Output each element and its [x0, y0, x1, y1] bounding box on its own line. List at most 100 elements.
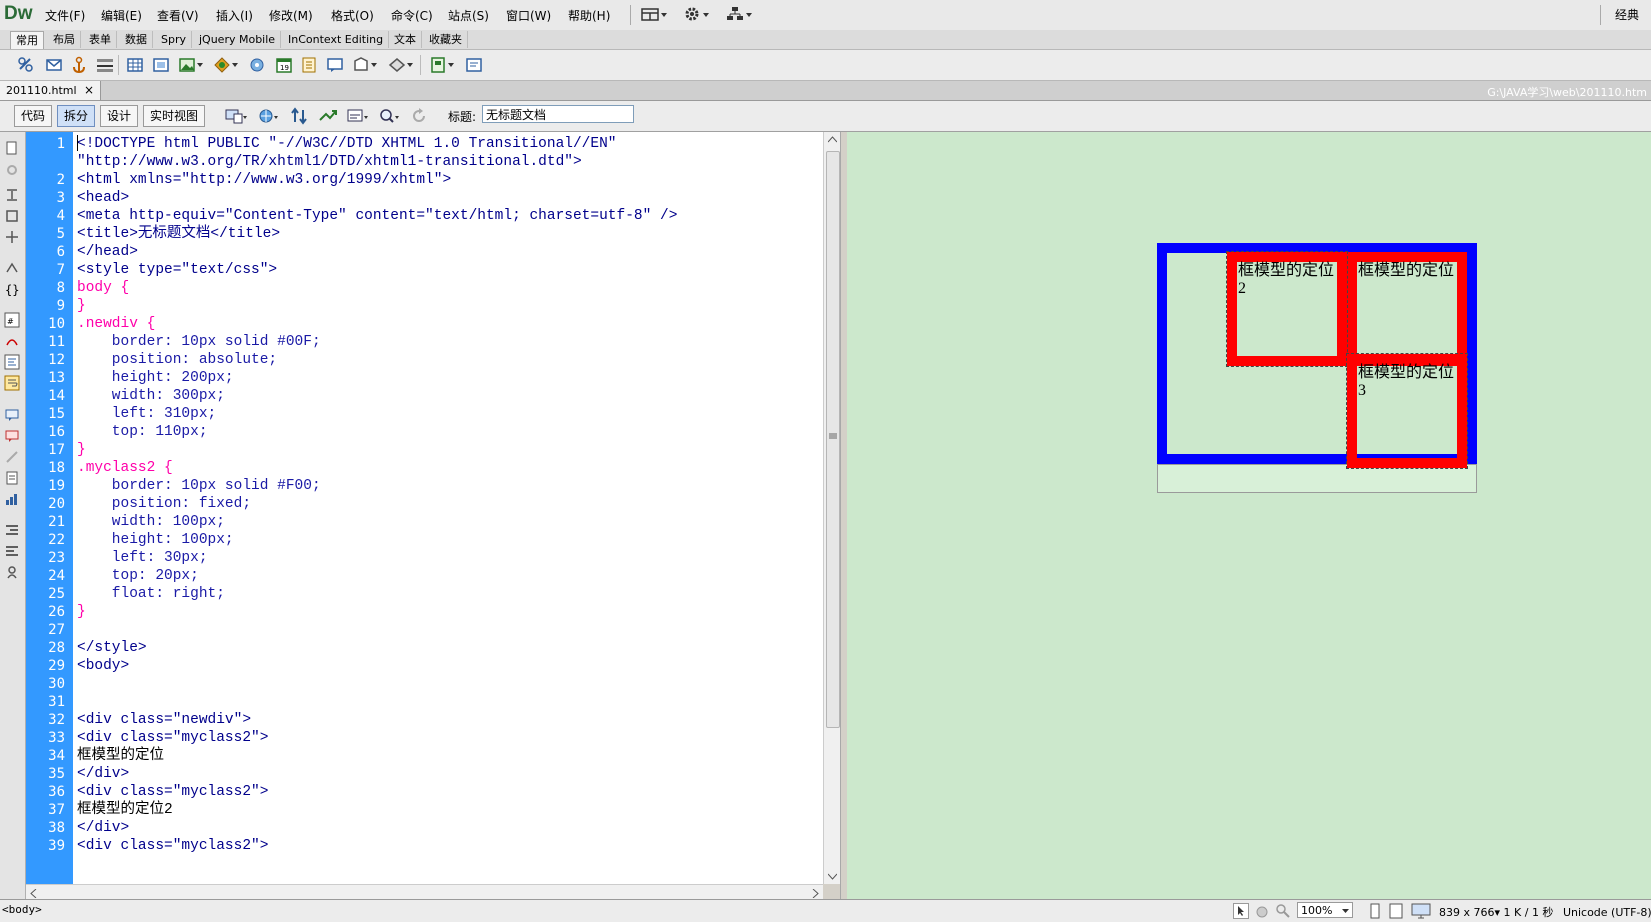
- close-icon[interactable]: ×: [84, 81, 94, 100]
- scroll-left-icon[interactable]: [30, 889, 37, 898]
- code-view-button[interactable]: 代码: [14, 105, 53, 127]
- menu-help[interactable]: 帮助(H): [568, 7, 610, 24]
- named-anchor-icon[interactable]: [70, 56, 88, 74]
- tab-forms[interactable]: 表单: [84, 31, 117, 48]
- site-dropdown[interactable]: [726, 5, 754, 23]
- server-include-icon[interactable]: [300, 56, 318, 74]
- menu-file[interactable]: 文件(F): [45, 7, 85, 24]
- code-line[interactable]: left: 310px;: [77, 405, 216, 424]
- code-line[interactable]: 框模型的定位: [77, 747, 164, 766]
- layout-dropdown[interactable]: [640, 5, 668, 23]
- tab-common[interactable]: 常用: [10, 31, 44, 49]
- extend-dropdown[interactable]: [683, 5, 711, 23]
- tab-jquery-mobile[interactable]: jQuery Mobile: [194, 31, 282, 48]
- hand-tool-icon[interactable]: [1254, 903, 1270, 919]
- split-view-button[interactable]: 拆分: [57, 105, 96, 127]
- workspace-switcher[interactable]: 经典: [1615, 6, 1639, 23]
- design-view[interactable]: 框模型的定位 框模型的定位2 框模型的定位3: [847, 132, 1651, 899]
- collapse-selection-icon[interactable]: [4, 208, 20, 224]
- menu-format[interactable]: 格式(O): [331, 7, 374, 24]
- code-editor[interactable]: <!DOCTYPE html PUBLIC "-//W3C//DTD XHTML…: [73, 132, 823, 884]
- code-line[interactable]: .myclass2 {: [77, 459, 173, 478]
- email-link-icon[interactable]: [45, 56, 63, 74]
- code-line[interactable]: <div class="myclass2">: [77, 783, 268, 802]
- date-icon[interactable]: 19: [275, 56, 293, 74]
- code-line[interactable]: border: 10px solid #F00;: [77, 477, 321, 496]
- tab-spry[interactable]: Spry: [156, 31, 192, 48]
- code-line[interactable]: 框模型的定位2: [77, 801, 173, 820]
- chevron-down-icon[interactable]: [232, 62, 238, 68]
- code-line[interactable]: position: fixed;: [77, 495, 251, 514]
- zoom-tool-icon[interactable]: [1275, 903, 1291, 919]
- code-line[interactable]: }: [77, 297, 86, 316]
- window-dimensions[interactable]: 839 x 766: [1439, 906, 1495, 919]
- code-line[interactable]: <title>无标题文档</title>: [77, 225, 280, 244]
- design-view-button[interactable]: 设计: [100, 105, 139, 127]
- check-browser-icon[interactable]: [318, 107, 338, 125]
- live-view-button[interactable]: 实时视图: [143, 105, 206, 127]
- visual-aids-icon[interactable]: [347, 107, 369, 125]
- tag-selector[interactable]: <body>: [2, 903, 42, 916]
- multiscreen-icon[interactable]: [225, 107, 247, 125]
- code-line[interactable]: }: [77, 603, 86, 622]
- wrap-tag-icon[interactable]: [4, 449, 20, 465]
- code-line[interactable]: </div>: [77, 819, 129, 838]
- word-wrap-icon[interactable]: [4, 375, 20, 391]
- menu-view[interactable]: 查看(V): [157, 7, 199, 24]
- preview-browser-icon[interactable]: [258, 107, 280, 125]
- menu-edit[interactable]: 编辑(E): [101, 7, 142, 24]
- tab-incontext-editing[interactable]: InContext Editing: [283, 31, 390, 48]
- code-line[interactable]: </div>: [77, 765, 129, 784]
- code-line[interactable]: "http://www.w3.org/TR/xhtml1/DTD/xhtml1-…: [77, 153, 582, 172]
- pointer-tool-icon[interactable]: [1233, 903, 1249, 919]
- code-line[interactable]: border: 10px solid #00F;: [77, 333, 321, 352]
- code-line[interactable]: <style type="text/css">: [77, 261, 277, 280]
- myclass2-box-3[interactable]: 框模型的定位3: [1346, 353, 1468, 469]
- tab-text[interactable]: 文本: [389, 31, 422, 48]
- code-line[interactable]: width: 300px;: [77, 387, 225, 406]
- code-line[interactable]: <head>: [77, 189, 129, 208]
- syntax-coloring-icon[interactable]: [4, 354, 20, 370]
- menu-insert[interactable]: 插入(I): [216, 7, 253, 24]
- chevron-down-icon[interactable]: [407, 62, 413, 68]
- tab-data[interactable]: 数据: [120, 31, 153, 48]
- code-line[interactable]: <html xmlns="http://www.w3.org/1999/xhtm…: [77, 171, 451, 190]
- code-line[interactable]: body {: [77, 279, 129, 298]
- chevron-down-icon[interactable]: [197, 62, 203, 68]
- widget-icon[interactable]: [248, 56, 266, 74]
- expand-all-icon[interactable]: [4, 229, 20, 245]
- code-line[interactable]: left: 30px;: [77, 549, 208, 568]
- indent-code-icon[interactable]: [4, 522, 20, 538]
- remove-comment-icon[interactable]: [4, 428, 20, 444]
- code-line[interactable]: <div class="myclass2">: [77, 837, 268, 856]
- menu-modify[interactable]: 修改(M): [269, 7, 313, 24]
- move-css-icon[interactable]: [4, 491, 20, 507]
- desktop-size-icon[interactable]: [1411, 903, 1431, 919]
- inspect-icon[interactable]: [378, 107, 400, 125]
- code-line[interactable]: height: 200px;: [77, 369, 234, 388]
- show-code-navigator-icon[interactable]: [4, 162, 20, 178]
- refresh-icon[interactable]: [410, 107, 428, 125]
- code-line[interactable]: <body>: [77, 657, 129, 676]
- hyperlink-icon[interactable]: [17, 56, 35, 74]
- apply-comment-icon[interactable]: [4, 407, 20, 423]
- recent-snippets-icon[interactable]: [4, 470, 20, 486]
- menu-window[interactable]: 窗口(W): [506, 7, 551, 24]
- document-title-input[interactable]: 无标题文档: [482, 105, 634, 123]
- code-line[interactable]: </style>: [77, 639, 147, 658]
- select-parent-tag-icon[interactable]: [4, 260, 20, 276]
- head-icon[interactable]: [352, 56, 370, 74]
- mobile-size-icon[interactable]: [1368, 903, 1382, 919]
- tablet-size-icon[interactable]: [1389, 903, 1403, 919]
- menu-commands[interactable]: 命令(C): [391, 7, 433, 24]
- tag-chooser-icon[interactable]: [465, 56, 483, 74]
- balance-braces-icon[interactable]: {}: [4, 281, 20, 297]
- script-icon[interactable]: [388, 56, 406, 74]
- chevron-down-icon[interactable]: [371, 62, 377, 68]
- code-line[interactable]: position: absolute;: [77, 351, 277, 370]
- menu-site[interactable]: 站点(S): [448, 7, 489, 24]
- chevron-down-icon[interactable]: [448, 62, 454, 68]
- code-line[interactable]: width: 100px;: [77, 513, 225, 532]
- code-line[interactable]: height: 100px;: [77, 531, 234, 550]
- code-line[interactable]: <div class="newdiv">: [77, 711, 251, 730]
